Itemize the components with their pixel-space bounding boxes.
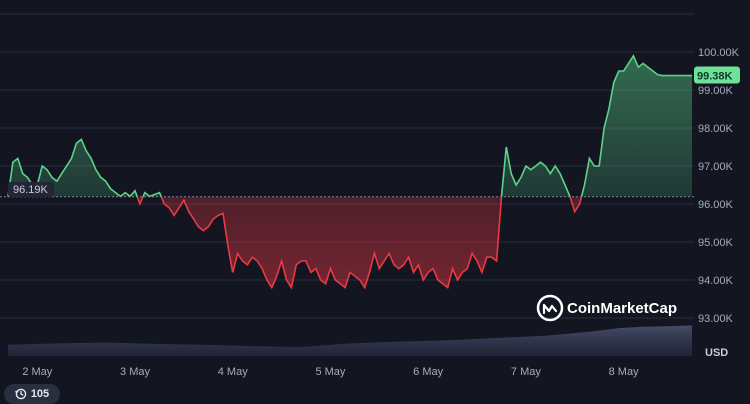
- y-tick-label: 97.00K: [698, 161, 734, 173]
- x-tick-label: 8 May: [609, 366, 639, 378]
- open-price-label: 96.19K: [13, 184, 49, 196]
- history-clock-icon: [14, 388, 27, 400]
- y-tick-label: 98.00K: [698, 123, 734, 135]
- y-tick-label: 99.00K: [698, 85, 734, 97]
- x-axis: 2 May 3 May 4 May 5 May 6 May 7 May 8 May: [22, 366, 639, 378]
- y-tick-label: 94.00K: [698, 275, 734, 287]
- coinmarketcap-logo-icon: [536, 294, 564, 322]
- y-tick-label: 93.00K: [698, 313, 734, 325]
- price-area: [8, 55, 692, 288]
- volume-area: [8, 325, 692, 356]
- x-tick-label: 4 May: [218, 366, 248, 378]
- y-tick-label: 95.00K: [698, 237, 734, 249]
- x-tick-label: 2 May: [22, 366, 52, 378]
- price-chart[interactable]: 93.00K 94.00K 95.00K 96.00K 97.00K 98.00K 99.0…: [0, 0, 750, 400]
- history-count: 105: [30, 388, 50, 400]
- watermark-brand: CoinMarketCap: [567, 300, 677, 317]
- coinmarketcap-watermark: CoinMarketCap: [536, 294, 677, 322]
- x-tick-label: 5 May: [315, 366, 345, 378]
- y-tick-label: 100.00K: [698, 47, 740, 59]
- x-tick-label: 3 May: [120, 366, 150, 378]
- currency-label: USD: [705, 347, 728, 359]
- history-badge[interactable]: 105: [4, 384, 60, 404]
- y-tick-label: 96.00K: [698, 199, 734, 211]
- x-tick-label: 7 May: [511, 366, 541, 378]
- current-price-label: 99.38K: [697, 71, 733, 83]
- y-axis: 93.00K 94.00K 95.00K 96.00K 97.00K 98.00K 99.0…: [698, 47, 740, 325]
- x-tick-label: 6 May: [413, 366, 443, 378]
- current-price-badge: 99.38K: [694, 66, 740, 84]
- open-price-badge: 96.19K: [8, 182, 54, 197]
- volume-fill: [8, 325, 692, 356]
